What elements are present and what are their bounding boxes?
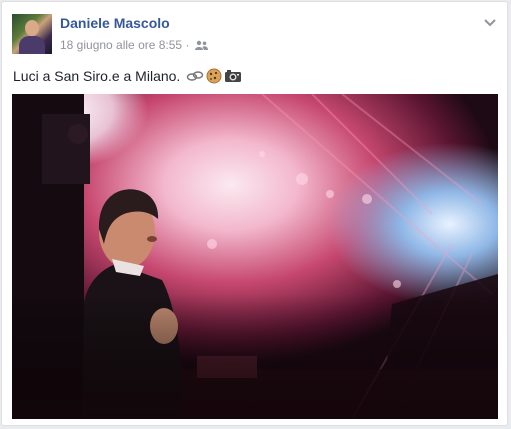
friends-icon[interactable]	[194, 39, 208, 53]
meta-separator: ·	[185, 38, 190, 52]
avatar-body	[19, 36, 45, 54]
avatar-face	[25, 20, 39, 36]
post-text-content: Luci a San Siro.e a Milano.	[13, 68, 181, 85]
post-photo[interactable]	[12, 94, 498, 419]
post-timestamp[interactable]: 18 giugno alle ore 8:55	[60, 38, 182, 52]
author-name[interactable]: Daniele Mascolo	[60, 15, 170, 31]
post-text: Luci a San Siro.e a Milano.	[13, 68, 242, 87]
cookie-emoji	[206, 68, 222, 87]
avatar[interactable]	[12, 14, 52, 54]
chevron-down-icon[interactable]	[483, 15, 497, 27]
post-card: Daniele Mascolo 18 giugno alle ore 8:55 …	[1, 1, 508, 426]
post-meta: 18 giugno alle ore 8:55 ·	[60, 38, 208, 53]
chain-link-emoji	[186, 69, 204, 86]
camera-emoji	[224, 69, 242, 86]
